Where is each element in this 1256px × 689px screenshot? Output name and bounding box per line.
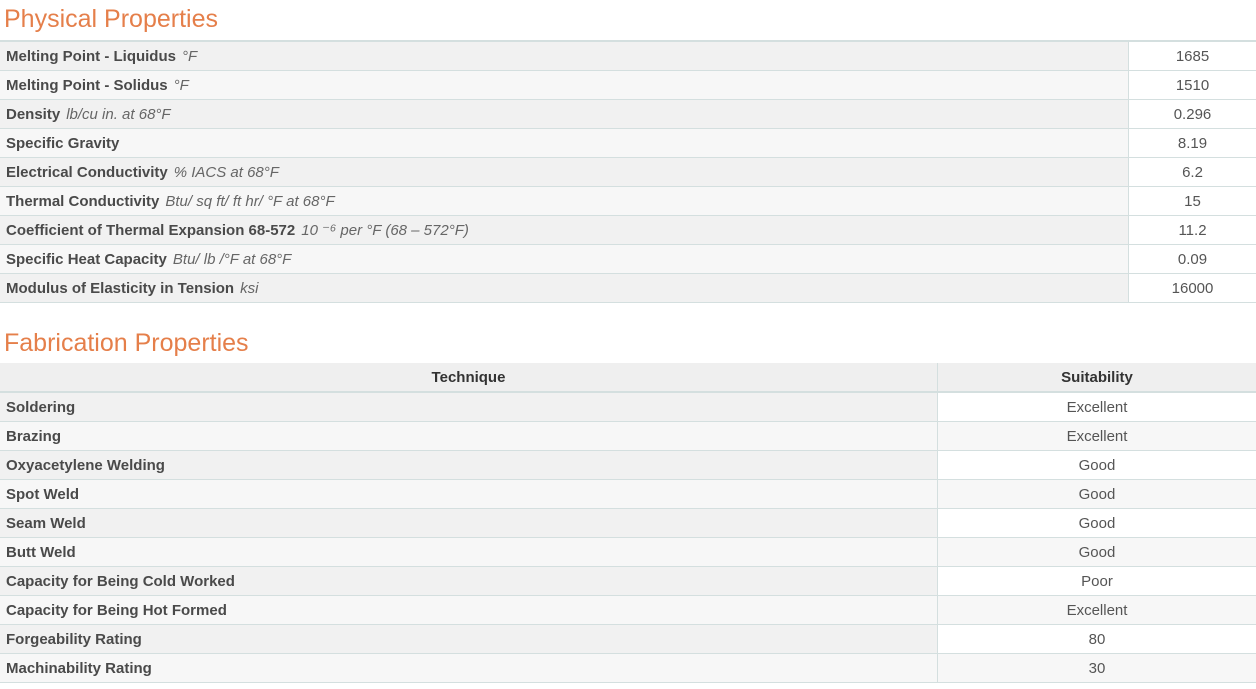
table-row: Specific Gravity 8.19 [0,128,1256,158]
property-value: 0.296 [1128,99,1256,129]
technique-label: Capacity for Being Hot Formed [0,595,938,625]
property-unit: Btu/ sq ft/ ft hr/ °F at 68°F [165,192,335,210]
property-label: Electrical Conductivity [6,163,168,181]
table-row: Seam Weld Good [0,508,1256,538]
technique-label: Capacity for Being Cold Worked [0,566,938,596]
table-row: Capacity for Being Hot Formed Excellent [0,595,1256,625]
property-label: Specific Gravity [6,134,120,152]
property-unit: 10 ⁻⁶ per °F (68 – 572°F) [301,222,469,239]
property-label: Specific Heat Capacity [6,250,167,268]
fabrication-properties-title: Fabrication Properties [4,329,249,357]
table-row: Machinability Rating 30 [0,653,1256,683]
suitability-value: 30 [937,653,1256,683]
technique-label: Oxyacetylene Welding [0,450,938,480]
suitability-value: Good [937,450,1256,480]
property-unit: lb/cu in. at 68°F [66,105,171,123]
table-row: Density lb/cu in. at 68°F 0.296 [0,99,1256,129]
property-unit: ksi [240,279,259,297]
table-row: Thermal Conductivity Btu/ sq ft/ ft hr/ °… [0,186,1256,216]
property-value: 1685 [1128,41,1256,71]
property-label: Melting Point - Solidus [6,76,168,94]
table-row: Forgeability Rating 80 [0,624,1256,654]
fabrication-properties-table: Technique Suitability Soldering Excellent… [0,363,1256,683]
table-row: Soldering Excellent [0,392,1256,422]
technique-header: Technique [0,363,938,393]
property-value: 15 [1128,186,1256,216]
physical-properties-title: Physical Properties [4,5,218,33]
table-row: Electrical Conductivity % IACS at 68°F 6.2 [0,157,1256,187]
table-row: Butt Weld Good [0,537,1256,567]
table-row: Melting Point - Liquidus °F 1685 [0,41,1256,71]
property-value: 8.19 [1128,128,1256,158]
property-value: 1510 [1128,70,1256,100]
property-unit: °F [181,47,198,65]
property-value: 11.2 [1128,215,1256,245]
suitability-value: Good [937,508,1256,538]
property-label: Modulus of Elasticity in Tension [6,279,235,297]
property-value: 6.2 [1128,157,1256,187]
suitability-value: Excellent [937,421,1256,451]
suitability-value: Good [937,479,1256,509]
property-label-cell: Modulus of Elasticity in Tension ksi [0,273,1129,303]
technique-label: Brazing [0,421,938,451]
suitability-value: Excellent [937,392,1256,422]
technique-label: Spot Weld [0,479,938,509]
property-unit: Btu/ lb /°F at 68°F [172,250,292,268]
table-row: Capacity for Being Cold Worked Poor [0,566,1256,596]
technique-label: Soldering [0,392,938,422]
property-label-cell: Specific Heat Capacity Btu/ lb /°F at 68°… [0,244,1129,274]
technique-label: Machinability Rating [0,653,938,683]
property-label-cell: Electrical Conductivity % IACS at 68°F [0,157,1129,187]
table-row: Modulus of Elasticity in Tension ksi 16000 [0,273,1256,303]
property-label-cell: Density lb/cu in. at 68°F [0,99,1129,129]
property-label-cell: Coefficient of Thermal Expansion 68-572 1… [0,215,1129,245]
suitability-value: 80 [937,624,1256,654]
property-label: Melting Point - Liquidus [6,47,176,65]
property-label: Thermal Conductivity [6,192,160,210]
suitability-value: Poor [937,566,1256,596]
suitability-value: Good [937,537,1256,567]
property-unit: % IACS at 68°F [173,163,279,181]
property-label-cell: Melting Point - Liquidus °F [0,41,1129,71]
physical-properties-table: Melting Point - Liquidus °F 1685 Melting Po… [0,40,1256,303]
property-label-cell: Melting Point - Solidus °F [0,70,1129,100]
table-row: Spot Weld Good [0,479,1256,509]
suitability-value: Excellent [937,595,1256,625]
property-label-cell: Thermal Conductivity Btu/ sq ft/ ft hr/ °… [0,186,1129,216]
table-row: Coefficient of Thermal Expansion 68-572 1… [0,215,1256,245]
table-row: Specific Heat Capacity Btu/ lb /°F at 68°… [0,244,1256,274]
table-row: Oxyacetylene Welding Good [0,450,1256,480]
property-value: 0.09 [1128,244,1256,274]
technique-label: Seam Weld [0,508,938,538]
table-row: Brazing Excellent [0,421,1256,451]
technique-label: Forgeability Rating [0,624,938,654]
property-label: Coefficient of Thermal Expansion 68-572 [6,222,296,239]
property-unit: °F [173,76,189,94]
property-label-cell: Specific Gravity [0,128,1129,158]
technique-label: Butt Weld [0,537,938,567]
property-label: Density [6,105,61,123]
property-value: 16000 [1128,273,1256,303]
suitability-header: Suitability [937,363,1256,393]
table-row: Melting Point - Solidus °F 1510 [0,70,1256,100]
